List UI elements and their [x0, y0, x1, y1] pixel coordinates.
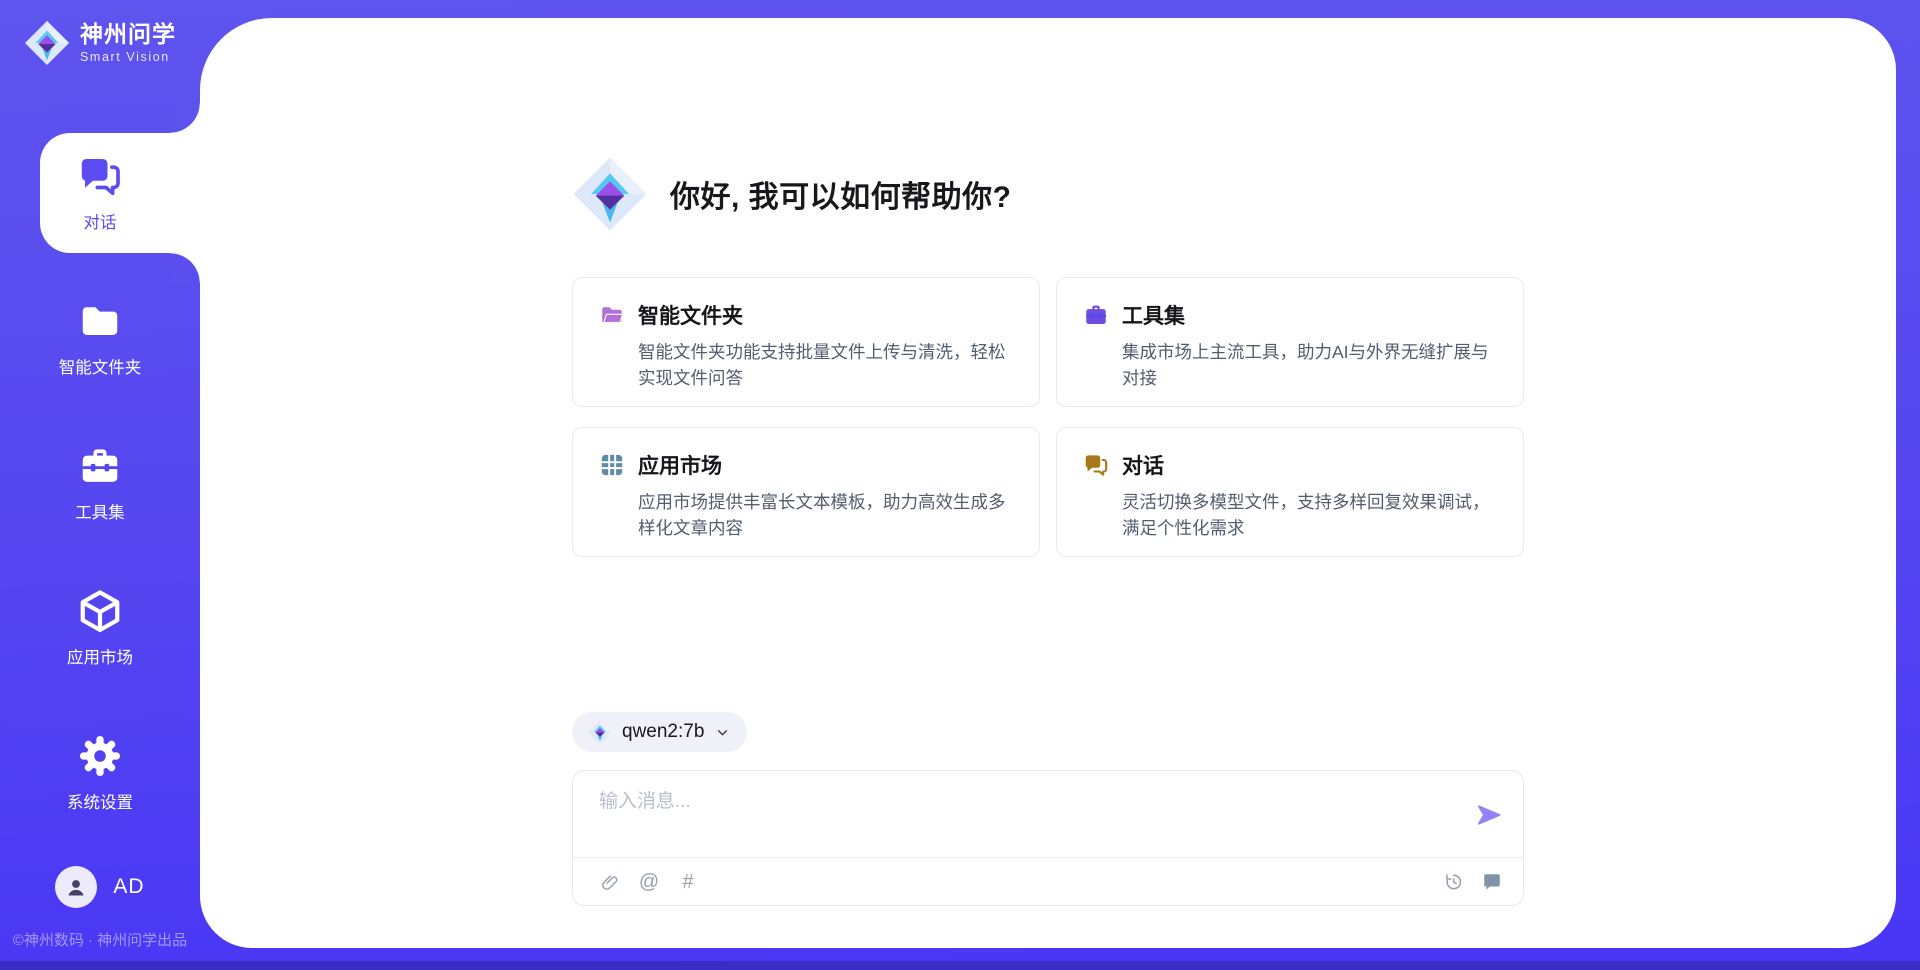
card-title: 对话 — [1122, 450, 1164, 480]
brand-subtitle: Smart Vision — [80, 50, 176, 64]
toolbox-icon — [77, 443, 123, 489]
user-initials: AD — [113, 875, 144, 899]
card-title: 工具集 — [1122, 300, 1185, 330]
card-app-market[interactable]: 应用市场 应用市场提供丰富长文本模板，助力高效生成多样化文章内容 — [572, 427, 1040, 557]
person-icon — [63, 874, 89, 900]
card-title: 智能文件夹 — [638, 300, 743, 330]
message-composer: @ # — [572, 770, 1524, 906]
history-icon[interactable] — [1442, 871, 1464, 893]
user-profile[interactable]: AD — [0, 866, 200, 908]
brand-name: 神州问学 — [80, 22, 176, 47]
hashtag-icon[interactable]: # — [677, 871, 699, 893]
sidebar-item-toolbox[interactable]: 工具集 — [0, 423, 200, 543]
sidebar-item-smart-folder[interactable]: 智能文件夹 — [0, 278, 200, 398]
sidebar-nav: 对话 智能文件夹 工具集 应用市场 系统设置 — [0, 133, 200, 833]
chat-icon — [77, 153, 123, 199]
message-input[interactable] — [599, 791, 1419, 813]
card-description: 灵活切换多模型文件，支持多样回复效果调试，满足个性化需求 — [1122, 489, 1497, 542]
send-icon — [1475, 801, 1503, 829]
folder-icon — [77, 298, 123, 344]
main-content: 你好, 我可以如何帮助你? 智能文件夹 智能文件夹功能支持批量文件上传与清洗，轻… — [572, 18, 1524, 948]
card-title: 应用市场 — [638, 450, 722, 480]
card-description: 集成市场上主流工具，助力AI与外界无缝扩展与对接 — [1122, 339, 1497, 392]
folder-icon — [599, 302, 625, 328]
grid-icon — [599, 452, 625, 478]
chat-icon — [1083, 452, 1109, 478]
shortcut-cards: 智能文件夹 智能文件夹功能支持批量文件上传与清洗，轻松实现文件问答 工具集 集成… — [572, 277, 1524, 557]
send-button[interactable] — [1475, 801, 1503, 829]
model-name: qwen2:7b — [622, 721, 704, 743]
sidebar-item-app-market[interactable]: 应用市场 — [0, 568, 200, 688]
card-chat[interactable]: 对话 灵活切换多模型文件，支持多样回复效果调试，满足个性化需求 — [1056, 427, 1524, 557]
attachment-icon[interactable] — [599, 871, 621, 893]
toolbox-icon — [1083, 302, 1109, 328]
card-toolbox[interactable]: 工具集 集成市场上主流工具，助力AI与外界无缝扩展与对接 — [1056, 277, 1524, 407]
gear-icon — [77, 733, 123, 779]
sidebar-item-label: 应用市场 — [67, 644, 133, 668]
card-description: 智能文件夹功能支持批量文件上传与清洗，轻松实现文件问答 — [638, 339, 1013, 392]
bottom-edge-strip — [0, 961, 1920, 970]
main-panel: 你好, 我可以如何帮助你? 智能文件夹 智能文件夹功能支持批量文件上传与清洗，轻… — [200, 18, 1896, 948]
sidebar-item-label: 工具集 — [75, 499, 125, 523]
brand-diamond-icon — [572, 156, 648, 232]
cube-icon — [77, 588, 123, 634]
greeting: 你好, 我可以如何帮助你? — [572, 156, 1012, 232]
sidebar-item-label: 对话 — [84, 209, 117, 233]
sidebar-item-chat[interactable]: 对话 — [0, 133, 200, 253]
chat-square-icon[interactable] — [1481, 871, 1503, 893]
chevron-down-icon — [714, 724, 731, 741]
brand-diamond-icon — [24, 20, 70, 66]
greeting-text: 你好, 我可以如何帮助你? — [670, 172, 1012, 216]
copyright-text: ©神州数码 · 神州问学出品 — [0, 929, 200, 950]
sidebar: 神州问学 Smart Vision 对话 智能文件夹 工具集 应用市场 系统设置 — [0, 0, 200, 970]
composer-toolbar: @ # — [599, 858, 1503, 906]
mention-icon[interactable]: @ — [638, 871, 660, 893]
sidebar-item-label: 智能文件夹 — [59, 354, 142, 378]
sidebar-item-settings[interactable]: 系统设置 — [0, 713, 200, 833]
brand: 神州问学 Smart Vision — [24, 20, 176, 66]
card-description: 应用市场提供丰富长文本模板，助力高效生成多样化文章内容 — [638, 489, 1013, 542]
brand-diamond-icon — [588, 720, 612, 744]
model-selector[interactable]: qwen2:7b — [572, 712, 747, 752]
sidebar-item-label: 系统设置 — [67, 789, 133, 813]
avatar — [55, 866, 97, 908]
card-smart-folder[interactable]: 智能文件夹 智能文件夹功能支持批量文件上传与清洗，轻松实现文件问答 — [572, 277, 1040, 407]
